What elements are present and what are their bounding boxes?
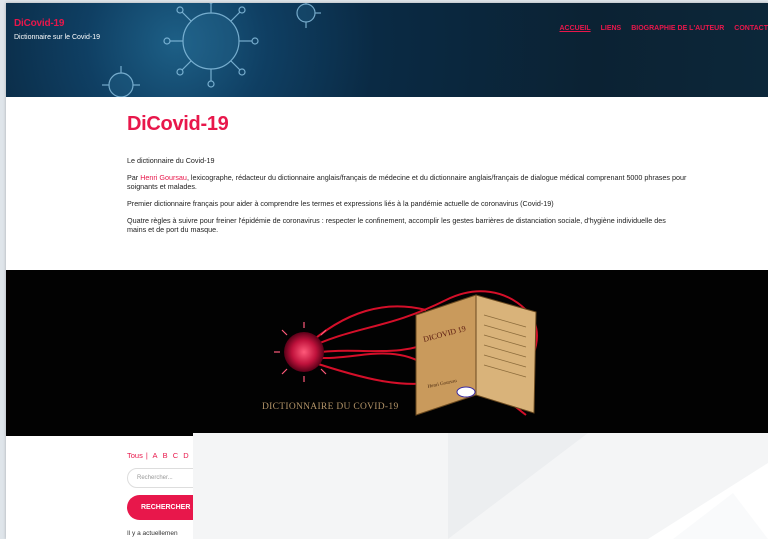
alphabet-filter: Tous | A B C D <box>127 451 192 460</box>
filter-letter-d[interactable]: D <box>183 451 188 460</box>
description-paragraph: Premier dictionnaire français pour aider… <box>127 199 554 208</box>
decorative-shape-icon <box>448 433 768 539</box>
author-paragraph: Par Henri Goursau, lexicographe, rédacte… <box>127 173 687 191</box>
browser-page: DiCovid-19 Dictionnaire sur le Covid-19 … <box>6 3 768 539</box>
main-content: DiCovid-19 Le dictionnaire du Covid-19 P… <box>127 113 687 242</box>
filter-all[interactable]: Tous <box>127 451 143 460</box>
site-title[interactable]: DiCovid-19 <box>14 18 64 29</box>
virus-icon <box>274 322 327 382</box>
banner-caption: DICTIONNAIRE DU COVID-19 <box>262 402 399 412</box>
filter-separator: | <box>145 451 148 460</box>
main-nav: ACCUEIL LIENS BIOGRAPHIE DE L'AUTEUR CON… <box>559 25 768 32</box>
site-tagline: Dictionnaire sur le Covid-19 <box>14 34 100 41</box>
author-suffix: , lexicographe, rédacteur du dictionnair… <box>127 173 687 191</box>
book-image: DICOVID 19 Henri Goursau <box>415 294 537 416</box>
nav-item-liens[interactable]: LIENS <box>601 25 622 32</box>
intro-paragraph: Le dictionnaire du Covid-19 <box>127 156 215 165</box>
virus-background-image <box>102 3 321 97</box>
nav-item-contact[interactable]: CONTACT <box>734 25 768 32</box>
filter-letter-b[interactable]: B <box>163 451 168 460</box>
book-banner: DICOVID 19 Henri Goursau DICTIONNAIRE DU… <box>6 270 768 436</box>
nav-item-biographie[interactable]: BIOGRAPHIE DE L'AUTEUR <box>631 25 724 32</box>
entry-count-text: Il y a actuellemen <box>127 530 178 537</box>
overlapping-panel <box>193 433 768 539</box>
filter-letter-c[interactable]: C <box>173 451 178 460</box>
site-header: DiCovid-19 Dictionnaire sur le Covid-19 … <box>6 3 768 97</box>
author-prefix: Par <box>127 173 141 182</box>
author-link[interactable]: Henri Goursau <box>140 173 187 182</box>
rules-paragraph: Quatre règles à suivre pour freiner l'ép… <box>127 216 666 234</box>
page-title: DiCovid-19 <box>127 113 229 135</box>
filter-letter-a[interactable]: A <box>152 451 157 460</box>
nav-item-accueil[interactable]: ACCUEIL <box>559 25 590 32</box>
